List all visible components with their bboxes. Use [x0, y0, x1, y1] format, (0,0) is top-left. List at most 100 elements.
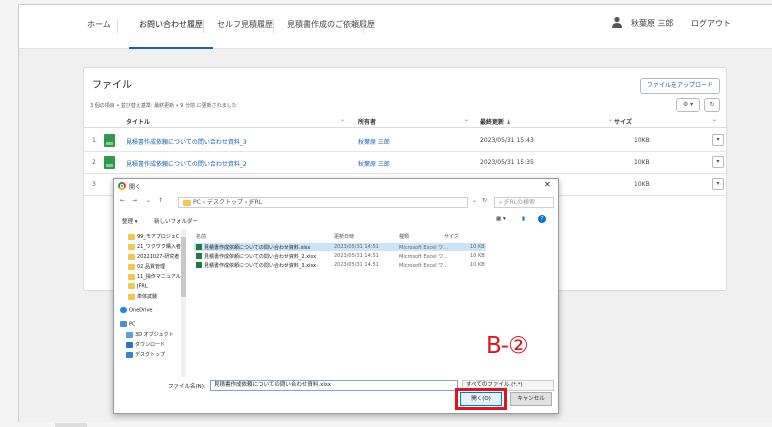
tree-item-folder[interactable]: JFRL — [128, 283, 148, 293]
chevron-down-icon[interactable]: ⌄ — [472, 197, 477, 204]
tree-item-folder[interactable]: 21_ワクワク購入者 — [128, 243, 181, 253]
chevron-down-icon[interactable]: ⌄ — [340, 116, 345, 123]
logout-link[interactable]: ログアウト — [691, 18, 731, 29]
chevron-down-icon[interactable]: ⌄ — [146, 197, 151, 204]
refresh-icon[interactable]: ↻ — [482, 197, 487, 204]
forward-arrow-icon[interactable]: → — [132, 197, 137, 204]
top-navigation: ホーム お問い合わせ履歴 セルフ見積履歴 見積書作成のご依頼履歴 秋葉原 三郎 … — [19, 5, 772, 49]
chevron-down-icon[interactable]: ⌄ — [608, 116, 613, 123]
preview-pane-icon[interactable]: ▮ — [522, 216, 525, 222]
navigation-scrollbar[interactable] — [181, 229, 186, 377]
row-number: 2 — [92, 159, 96, 166]
close-icon[interactable]: ✕ — [544, 180, 551, 189]
refresh-button[interactable]: ↻ — [704, 98, 720, 112]
address-bar[interactable]: PC › デスクトップ › JFRL — [178, 197, 468, 208]
row-actions-dropdown[interactable]: ▾ — [712, 134, 724, 146]
folder-icon — [128, 273, 135, 280]
folder-icon — [128, 243, 135, 250]
file-list-item[interactable]: 見積書作成依頼についての問い合わせ資料.xlsx 2023/05/31 14:5… — [194, 243, 486, 251]
view-options-icon[interactable]: ▦ ▾ — [496, 216, 506, 222]
excel-file-icon — [196, 253, 202, 259]
file-title-link[interactable]: 見積書作成依頼についての問い合わせ資料_2 — [126, 159, 247, 168]
files-title: ファイル — [92, 80, 132, 91]
upload-file-button[interactable]: ファイルをアップロード — [640, 78, 720, 94]
gear-icon: ⚙ ▾ — [682, 101, 694, 108]
file-size: 10KB — [634, 137, 650, 144]
excel-file-icon — [104, 134, 115, 147]
tree-item-folder[interactable]: 20221027-研究者 — [128, 253, 179, 263]
tab-home[interactable]: ホーム — [77, 19, 121, 49]
tab-inquiry-history[interactable]: お問い合わせ履歴 — [129, 19, 213, 49]
tree-item-onedrive[interactable]: OneDrive — [120, 307, 153, 317]
filename-label: ファイル名(N): — [168, 384, 206, 390]
user-name[interactable]: 秋葉原 三郎 — [631, 18, 674, 29]
tree-item-downloads[interactable]: ダウンロード — [126, 341, 165, 351]
last-modified: 2023/05/31 15:35 — [480, 159, 534, 166]
column-title[interactable]: タイトル — [126, 117, 150, 126]
search-placeholder: JFRLの検索 — [504, 199, 536, 206]
file-list-item[interactable]: 見積書作成依頼についての問い合わせ資料_3.xlsx 2023/05/31 14… — [194, 261, 486, 269]
table-row: 1 見積書作成依頼についての問い合わせ資料_3 秋葉原 三郎 2023/05/3… — [84, 130, 728, 152]
tree-item-pc[interactable]: PC — [120, 321, 136, 331]
owner-link[interactable]: 秋葉原 三郎 — [358, 137, 390, 146]
tree-item-folder[interactable]: 11_操作マニュアル — [128, 273, 181, 283]
excel-file-icon — [104, 156, 115, 169]
dialog-title: 開く — [129, 184, 142, 191]
row-number: 3 — [92, 181, 96, 188]
filename-input[interactable]: 見積書作成依頼についての問い合わせ資料.xlsx — [210, 380, 458, 391]
file-size: 10KB — [634, 159, 650, 166]
tree-item-folder[interactable]: 02.品質管理 — [128, 263, 165, 273]
file-list-item[interactable]: 見積書作成依頼についての問い合わせ資料_2.xlsx 2023/05/31 14… — [194, 252, 486, 260]
scrollbar-thumb[interactable] — [181, 237, 186, 297]
chevron-down-icon[interactable]: ⌄ — [712, 116, 717, 123]
open-button[interactable]: 開く(O) — [460, 392, 502, 406]
folder-icon — [128, 293, 135, 300]
tab-self-estimate-history[interactable]: セルフ見積履歴 — [207, 19, 283, 49]
navigation-pane: 99_モアプロジェC 21_ワクワク購入者 20221027-研究者 02.品質… — [118, 229, 184, 377]
tree-item-3d-objects[interactable]: 3D オブジェクト — [126, 331, 174, 341]
row-actions-dropdown[interactable]: ▾ — [712, 156, 724, 168]
nav-divider — [363, 19, 364, 33]
column-last-modified[interactable]: 最終更新 ↓ — [480, 117, 511, 126]
table-header: タイトル ⌄ 所有者 ⌄ 最終更新 ↓ ⌄ サイズ ⌄ — [84, 114, 728, 128]
organize-button[interactable]: 整理 ▾ — [122, 217, 138, 225]
last-modified: 2023/05/31 15:43 — [480, 137, 534, 144]
column-name[interactable]: 名前 — [196, 233, 206, 240]
column-modified[interactable]: 更新日時 — [334, 233, 354, 240]
cancel-button[interactable]: キャンセル — [510, 392, 552, 406]
column-size[interactable]: サイズ — [444, 233, 459, 240]
download-icon — [126, 341, 133, 348]
file-title-link[interactable]: 見積書作成依頼についての問い合わせ資料_3 — [126, 137, 247, 146]
help-icon[interactable]: ? — [538, 215, 546, 223]
files-subtitle: 3 個の項目 • 並び替え基準: 最終更新 • 9 分前 に更新されました — [90, 103, 237, 109]
file-size: 10KB — [634, 181, 650, 188]
column-size[interactable]: サイズ — [614, 117, 632, 126]
address-row: ← → ⌄ ↑ PC › デスクトップ › JFRL ⌄ ↻ ⌕ JFRLの検索 — [114, 195, 558, 211]
dialog-titlebar: 開く ✕ — [114, 179, 558, 193]
column-type[interactable]: 種類 — [399, 233, 409, 240]
settings-button[interactable]: ⚙ ▾ — [676, 98, 700, 112]
tree-item-folder[interactable]: 単体試験 — [128, 293, 157, 303]
up-arrow-icon[interactable]: ↑ — [158, 197, 163, 204]
tab-quote-request-history[interactable]: 見積書作成のご依頼履歴 — [277, 19, 385, 49]
chevron-down-icon[interactable]: ⌄ — [464, 116, 469, 123]
annotation-marker: B-② — [486, 333, 529, 359]
new-folder-button[interactable]: 新しいフォルダー — [154, 217, 198, 225]
file-open-dialog: 開く ✕ ← → ⌄ ↑ PC › デスクトップ › JFRL ⌄ ↻ ⌕ JF… — [113, 178, 559, 414]
column-owner[interactable]: 所有者 — [358, 117, 376, 126]
search-input[interactable]: ⌕ JFRLの検索 — [494, 197, 554, 208]
owner-link[interactable]: 秋葉原 三郎 — [358, 159, 390, 168]
row-actions-dropdown[interactable]: ▾ — [712, 178, 724, 190]
user-icon — [612, 16, 622, 28]
folder-icon — [128, 253, 135, 260]
tree-item-desktop[interactable]: デスクトップ — [126, 351, 165, 361]
excel-file-icon — [196, 262, 202, 268]
table-row: 2 見積書作成依頼についての問い合わせ資料_2 秋葉原 三郎 2023/05/3… — [84, 152, 728, 174]
folder-icon — [128, 263, 135, 270]
tree-item-folder[interactable]: 99_モアプロジェC — [128, 233, 179, 243]
folder-icon — [128, 283, 135, 289]
desktop-icon — [126, 351, 133, 358]
dialog-toolbar: 整理 ▾ 新しいフォルダー ▦ ▾ ▮ ? — [114, 215, 558, 227]
back-arrow-icon[interactable]: ← — [120, 197, 125, 204]
folder-icon — [128, 233, 135, 240]
